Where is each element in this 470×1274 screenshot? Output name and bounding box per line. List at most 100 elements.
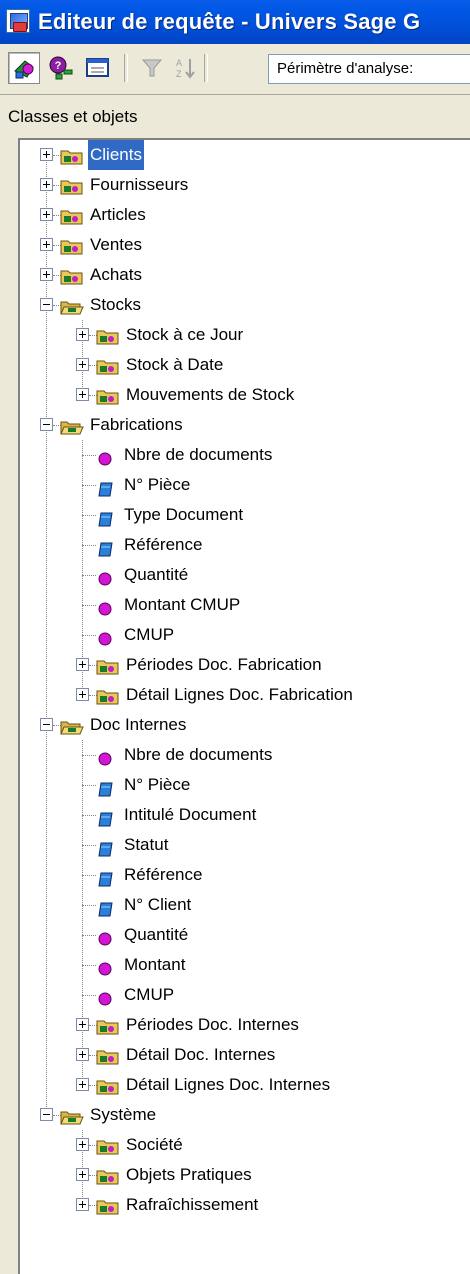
tree-class-societe[interactable]: Société — [20, 1130, 470, 1160]
expand-icon[interactable] — [76, 1198, 89, 1211]
tree-item-label: N° Client — [124, 895, 192, 914]
expand-icon[interactable] — [76, 328, 89, 341]
toolbar: ? A Z Périmètre d'analyse: — [0, 44, 470, 95]
tree-class-fournisseurs[interactable]: Fournisseurs — [20, 170, 470, 200]
tree-class-detail-lignes-doc-internes[interactable]: Détail Lignes Doc. Internes — [20, 1070, 470, 1100]
tree-object-nbre-de-documents[interactable]: Nbre de documents — [20, 440, 470, 470]
tree-item-label: Nbre de documents — [124, 445, 273, 464]
tree-class-detail-lignes-doc-fabrication[interactable]: Détail Lignes Doc. Fabrication — [20, 680, 470, 710]
tree-item-label: Fournisseurs — [90, 175, 189, 194]
expand-icon[interactable] — [40, 268, 53, 281]
tree-object-quantite[interactable]: Quantité — [20, 920, 470, 950]
filter-icon — [141, 59, 163, 77]
tree-class-rafraichissement[interactable]: Rafraîchissement — [20, 1190, 470, 1220]
tree-object-reference[interactable]: Référence — [20, 860, 470, 890]
tree-object-n-piece[interactable]: N° Pièce — [20, 470, 470, 500]
tree-item-label: Rafraîchissement — [126, 1195, 259, 1214]
classes-objects-tree[interactable]: Clients Fournisseurs Articles Ventes Achats S… — [18, 138, 470, 1274]
tree-item-label: Statut — [124, 835, 169, 854]
tree-item-label: Quantité — [124, 565, 189, 584]
tree-class-articles[interactable]: Articles — [20, 200, 470, 230]
tree-item-label: Fabrications — [90, 415, 183, 434]
tree-class-fabrications[interactable]: Fabrications — [20, 410, 470, 440]
analysis-scope-field[interactable]: Périmètre d'analyse: — [268, 54, 470, 84]
tree-item-label: Nbre de documents — [124, 745, 273, 764]
conditions-view-button[interactable]: ? — [44, 52, 76, 84]
collapse-icon[interactable] — [40, 298, 53, 311]
tree-item-label: Mouvements de Stock — [126, 385, 295, 404]
analysis-scope-label: Périmètre d'analyse: — [277, 60, 414, 77]
tree-class-detail-doc-internes[interactable]: Détail Doc. Internes — [20, 1040, 470, 1070]
expand-icon[interactable] — [76, 1048, 89, 1061]
tree-item-label: CMUP — [124, 985, 175, 1004]
tree-item-label: Intitulé Document — [124, 805, 257, 824]
tree-class-stocks[interactable]: Stocks — [20, 290, 470, 320]
tree-class-achats[interactable]: Achats — [20, 260, 470, 290]
window-title: Editeur de requête - Univers Sage G — [38, 9, 421, 34]
expand-icon[interactable] — [76, 1078, 89, 1091]
tree-class-periodes-doc-fabrication[interactable]: Périodes Doc. Fabrication — [20, 650, 470, 680]
tree-object-cmup[interactable]: CMUP — [20, 980, 470, 1010]
tree-item-label: Montant CMUP — [124, 595, 241, 614]
title-bar[interactable]: Editeur de requête - Univers Sage G — [0, 0, 470, 44]
tree-object-n-client[interactable]: N° Client — [20, 890, 470, 920]
app-icon — [6, 9, 30, 33]
sort-button[interactable]: A Z — [170, 52, 202, 84]
classes-objects-header: Classes et objets — [8, 107, 138, 126]
classes-objects-view-button[interactable] — [8, 52, 40, 84]
tree-object-quantite[interactable]: Quantité — [20, 560, 470, 590]
expand-icon[interactable] — [40, 208, 53, 221]
tree-object-reference[interactable]: Référence — [20, 530, 470, 560]
tree-item-label: N° Pièce — [124, 475, 191, 494]
tree-item-label: Référence — [124, 535, 203, 554]
tree-object-intitule-document[interactable]: Intitulé Document — [20, 800, 470, 830]
tree-class-stock-a-ce-jour[interactable]: Stock à ce Jour — [20, 320, 470, 350]
expand-icon[interactable] — [76, 688, 89, 701]
tree-item-label: Périodes Doc. Fabrication — [126, 655, 322, 674]
collapse-icon[interactable] — [40, 418, 53, 431]
tree-item-label: Type Document — [124, 505, 244, 524]
tree-class-doc-internes[interactable]: Doc Internes — [20, 710, 470, 740]
tree-item-label: Objets Pratiques — [126, 1165, 252, 1184]
expand-icon[interactable] — [76, 1018, 89, 1031]
tree-object-cmup[interactable]: CMUP — [20, 620, 470, 650]
properties-view-button[interactable] — [82, 52, 114, 84]
svg-text:A: A — [176, 58, 182, 68]
tree-object-montant-cmup[interactable]: Montant CMUP — [20, 590, 470, 620]
tree-class-systeme[interactable]: Système — [20, 1100, 470, 1130]
expand-icon[interactable] — [40, 178, 53, 191]
tree-item-label: Ventes — [90, 235, 142, 254]
expand-icon[interactable] — [76, 388, 89, 401]
conditions-icon: ? — [49, 56, 73, 80]
svg-text:Z: Z — [176, 69, 182, 79]
tree-item-label: Quantité — [124, 925, 189, 944]
collapse-icon[interactable] — [40, 718, 53, 731]
expand-icon[interactable] — [40, 148, 53, 161]
expand-icon[interactable] — [76, 358, 89, 371]
tree-object-n-piece[interactable]: N° Pièce — [20, 770, 470, 800]
tree-item-label: Articles — [90, 205, 146, 224]
tree-class-ventes[interactable]: Ventes — [20, 230, 470, 260]
expand-icon[interactable] — [76, 658, 89, 671]
tree-item-label: Référence — [124, 865, 203, 884]
properties-icon — [86, 58, 109, 77]
tree-object-montant[interactable]: Montant — [20, 950, 470, 980]
tree-class-stock-a-date[interactable]: Stock à Date — [20, 350, 470, 380]
tree-class-periodes-doc-internes[interactable]: Périodes Doc. Internes — [20, 1010, 470, 1040]
collapse-icon[interactable] — [40, 1108, 53, 1121]
filter-button[interactable] — [136, 52, 168, 84]
tree-class-clients[interactable]: Clients — [20, 140, 470, 170]
svg-text:?: ? — [55, 60, 62, 72]
tree-class-mouvements-de-stock[interactable]: Mouvements de Stock — [20, 380, 470, 410]
tree-item-label: Stocks — [90, 295, 142, 314]
tree-object-statut[interactable]: Statut — [20, 830, 470, 860]
tree-item-label: N° Pièce — [124, 775, 191, 794]
tree-item-label: Système — [90, 1105, 157, 1124]
expand-icon[interactable] — [76, 1168, 89, 1181]
expand-icon[interactable] — [76, 1138, 89, 1151]
expand-icon[interactable] — [40, 238, 53, 251]
tree-object-type-document[interactable]: Type Document — [20, 500, 470, 530]
tree-class-objets-pratiques[interactable]: Objets Pratiques — [20, 1160, 470, 1190]
tree-item-label: Détail Doc. Internes — [126, 1045, 276, 1064]
tree-object-nbre-de-documents[interactable]: Nbre de documents — [20, 740, 470, 770]
